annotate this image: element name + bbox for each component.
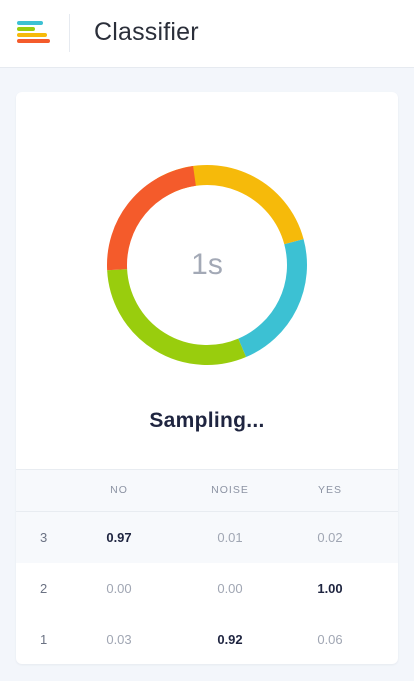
row-index: 1 (40, 632, 48, 647)
header-divider (69, 14, 70, 52)
column-header-no: NO (110, 484, 128, 496)
cell-noise: 0.00 (217, 581, 243, 596)
cell-no: 0.03 (106, 632, 132, 647)
table-row: 2 0.00 0.00 1.00 (16, 563, 398, 614)
cell-noise: 0.01 (217, 530, 243, 545)
cell-no: 0.97 (106, 530, 132, 545)
column-header-yes: YES (317, 484, 342, 496)
cell-noise: 0.92 (217, 632, 243, 647)
column-header-noise: NOISE (211, 484, 249, 496)
app-header: Classifier (0, 0, 414, 68)
results-table: NO NOISE YES 3 0.97 0.01 0.02 2 0.00 0.0… (16, 469, 398, 664)
table-row: 3 0.97 0.01 0.02 (16, 512, 398, 563)
cell-no: 0.00 (106, 581, 132, 596)
cell-yes: 1.00 (317, 581, 343, 596)
status-message: Sampling... (149, 409, 265, 432)
elapsed-timer: 1s (191, 248, 223, 281)
page-title: Classifier (94, 18, 199, 46)
cell-yes: 0.06 (317, 632, 343, 647)
cell-yes: 0.02 (317, 530, 343, 545)
table-row: 1 0.03 0.92 0.06 (16, 614, 398, 664)
classifier-card: 1s Sampling... NO NOISE YES 3 0.97 0.01 … (16, 92, 398, 664)
row-index: 3 (40, 530, 48, 545)
classifier-logo-icon[interactable] (17, 20, 53, 46)
table-header: NO NOISE YES (16, 469, 398, 512)
row-index: 2 (40, 581, 48, 596)
